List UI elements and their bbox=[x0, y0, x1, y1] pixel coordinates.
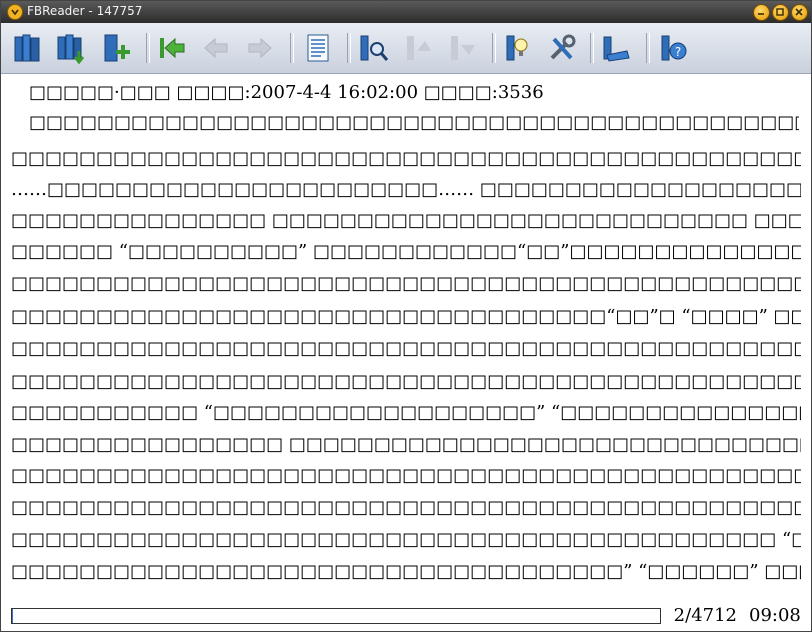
reader-window: FBReader - 147757 ? □□□□□·□□□ □□□□:2007-… bbox=[0, 0, 812, 632]
maximize-button[interactable] bbox=[772, 4, 789, 21]
preferences-button[interactable] bbox=[545, 31, 579, 65]
text-line: □□□□□□□□□□□□□□□□ □□□□□□□□□□□□□□□□□□□□□□□… bbox=[11, 434, 801, 455]
rotate-button[interactable] bbox=[599, 31, 633, 65]
text-line: □□□□□□□□□□□□□□□□□□□□□□□□□□□□□□□□□□□□□□□□… bbox=[11, 338, 801, 359]
toolbar-separator bbox=[146, 33, 150, 63]
text-line: □□□□□□□□□□□□□□□□□□□□□□□□□□□□□□□□□□□“□□”□… bbox=[11, 306, 801, 327]
text-line: □□□□□□□□□□□□□□□□□□□□□□□□□□□□□□□□□□□□□□□□… bbox=[11, 273, 801, 294]
text-line: □□□□□□□□□□□□□□□□□□□□□□□□□□□□□□□□□□□□□□□□… bbox=[11, 529, 801, 550]
go-start-button[interactable] bbox=[155, 31, 189, 65]
book-text-area[interactable]: □□□□□·□□□ □□□□:2007-4-4 16:02:00 □□□□:35… bbox=[1, 74, 811, 599]
find-previous-icon bbox=[451, 36, 475, 60]
go-start-icon bbox=[160, 37, 185, 59]
find-next-button[interactable] bbox=[401, 31, 435, 65]
text-line: □□□□□□□□□□□ “□□□□□□□□□□□□□□□□□□□” “□□□□□… bbox=[11, 402, 801, 423]
book-info-button[interactable] bbox=[501, 31, 535, 65]
text-line: ……□□□□□□□□□□□□□□□□□□□□□□□…… □□□□□□□□□□□□… bbox=[11, 179, 801, 200]
find-previous-button[interactable] bbox=[445, 31, 479, 65]
contents-icon bbox=[307, 34, 329, 62]
contents-button[interactable] bbox=[301, 31, 335, 65]
toolbar-separator bbox=[290, 33, 294, 63]
close-button[interactable] bbox=[791, 4, 808, 21]
forward-button[interactable] bbox=[243, 31, 277, 65]
text-line: □□□□□□□□□□□□□□□□□□□□□□□□□□□□□□□□□□□□□□□□… bbox=[11, 371, 801, 392]
help-icon: ? bbox=[661, 35, 687, 61]
text-line: □□□□□□□□□□□□□□□□□□□□□□□□□□□□□□□□□□□□□□□□… bbox=[11, 148, 801, 169]
maximize-icon bbox=[776, 8, 784, 16]
text-line: □□□□□□□□□□□□□□□□□□□□□□□□□□□□□□□□□□□□□□□□… bbox=[11, 465, 801, 486]
add-file-icon bbox=[104, 34, 130, 62]
tools-icon bbox=[550, 34, 576, 60]
text-line: □□□□□□□□□□□□□□□□□□□□□□□□□□□□□□□□□□□□□□□□… bbox=[29, 112, 799, 133]
forward-arrow-icon bbox=[248, 37, 272, 59]
minimize-button[interactable] bbox=[753, 4, 770, 21]
help-button[interactable]: ? bbox=[657, 31, 691, 65]
title-bar[interactable]: FBReader - 147757 bbox=[1, 1, 811, 23]
text-line: □□□□□□□□□□□□□□□ □□□□□□□□□□□□□□□□□□□□□□□□… bbox=[11, 210, 801, 231]
add-to-library-button[interactable] bbox=[55, 31, 89, 65]
toolbar-separator bbox=[646, 33, 650, 63]
back-button[interactable] bbox=[199, 31, 233, 65]
book-info-icon bbox=[506, 35, 528, 61]
add-file-button[interactable] bbox=[99, 31, 133, 65]
search-icon bbox=[360, 35, 389, 61]
minimize-icon bbox=[758, 13, 764, 15]
text-line: □□□□□□□□□□□□□□□□□□□□□□□□□□□□□□□□□□□□” “□… bbox=[11, 561, 801, 582]
clock: 09:08 bbox=[749, 605, 801, 626]
search-button[interactable] bbox=[357, 31, 391, 65]
add-book-icon bbox=[57, 34, 85, 65]
back-arrow-icon bbox=[204, 37, 228, 59]
toolbar-separator bbox=[590, 33, 594, 63]
find-next-icon bbox=[407, 36, 431, 60]
library-icon bbox=[14, 34, 40, 62]
text-line: □□□□□·□□□ □□□□:2007-4-4 16:02:00 □□□□:35… bbox=[29, 82, 544, 103]
text-line: □□□□□□ “□□□□□□□□□□” □□□□□□□□□□□□“□□”□□□□… bbox=[11, 241, 801, 262]
page-indicator: 2/4712 bbox=[673, 605, 737, 626]
reading-progress-bar[interactable] bbox=[11, 608, 661, 624]
toolbar: ? bbox=[1, 23, 811, 74]
app-icon[interactable] bbox=[7, 4, 23, 20]
close-icon bbox=[795, 8, 803, 16]
text-line: □□□□□□□□□□□□□□□□□□□□□□□□□□□□□□□□□□□□□□□□… bbox=[11, 497, 801, 518]
window-title: FBReader - 147757 bbox=[27, 4, 143, 18]
svg-text:?: ? bbox=[675, 45, 681, 59]
rotate-icon bbox=[603, 36, 630, 62]
toolbar-separator bbox=[492, 33, 496, 63]
status-bar: 2/4712 09:08 bbox=[1, 599, 811, 631]
toolbar-separator bbox=[347, 33, 351, 63]
library-button[interactable] bbox=[11, 31, 45, 65]
